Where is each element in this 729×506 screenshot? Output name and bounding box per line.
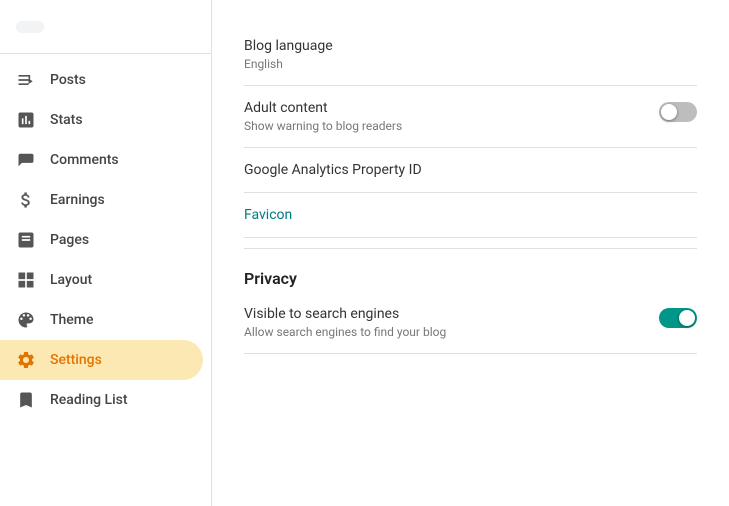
posts-label: Posts	[50, 72, 86, 88]
sidebar: Posts Stats Comments Earnings Pages Layo…	[0, 0, 212, 506]
sidebar-top	[0, 10, 211, 54]
setting-blog-language: Blog language English	[244, 24, 697, 86]
layout-icon	[16, 270, 36, 290]
visible-search-engines-toggle-knob	[679, 310, 695, 326]
blog-language-label: Blog language	[244, 38, 333, 54]
adult-content-toggle-knob	[661, 104, 677, 120]
earnings-label: Earnings	[50, 192, 105, 208]
sidebar-item-stats[interactable]: Stats	[0, 100, 203, 140]
stats-label: Stats	[50, 112, 83, 128]
favicon-link[interactable]: Favicon	[244, 207, 697, 223]
adult-content-sublabel: Show warning to blog readers	[244, 119, 402, 133]
blog-language-value: English	[244, 57, 333, 71]
privacy-section-title: Privacy	[244, 269, 697, 288]
adult-content-toggle[interactable]	[659, 102, 697, 122]
setting-visible-search-engines-info: Visible to search engines Allow search e…	[244, 306, 446, 339]
pages-icon	[16, 230, 36, 250]
posts-icon	[16, 70, 36, 90]
sidebar-item-pages[interactable]: Pages	[0, 220, 203, 260]
theme-label: Theme	[50, 312, 94, 328]
sidebar-item-comments[interactable]: Comments	[0, 140, 203, 180]
earnings-icon	[16, 190, 36, 210]
setting-adult-content: Adult content Show warning to blog reade…	[244, 86, 697, 148]
sidebar-item-theme[interactable]: Theme	[0, 300, 203, 340]
setting-adult-content-info: Adult content Show warning to blog reade…	[244, 100, 402, 133]
setting-google-analytics-info: Google Analytics Property ID	[244, 162, 422, 178]
reading-list-label: Reading List	[50, 392, 128, 408]
google-analytics-label: Google Analytics Property ID	[244, 162, 422, 178]
setting-favicon: Favicon	[244, 193, 697, 238]
stats-icon	[16, 110, 36, 130]
blog-selector[interactable]	[16, 21, 44, 33]
sidebar-item-layout[interactable]: Layout	[0, 260, 203, 300]
visible-search-engines-toggle[interactable]	[659, 308, 697, 328]
reading-list-icon	[16, 390, 36, 410]
sidebar-item-earnings[interactable]: Earnings	[0, 180, 203, 220]
comments-icon	[16, 150, 36, 170]
visible-search-engines-label: Visible to search engines	[244, 306, 446, 322]
visible-search-engines-sublabel: Allow search engines to find your blog	[244, 325, 446, 339]
settings-label: Settings	[50, 352, 102, 368]
settings-icon	[16, 350, 36, 370]
setting-visible-search-engines: Visible to search engines Allow search e…	[244, 292, 697, 354]
pages-label: Pages	[50, 232, 89, 248]
setting-blog-language-info: Blog language English	[244, 38, 333, 71]
main-content: Blog language English Adult content Show…	[212, 0, 729, 506]
layout-label: Layout	[50, 272, 92, 288]
sidebar-item-posts[interactable]: Posts	[0, 60, 203, 100]
setting-google-analytics: Google Analytics Property ID	[244, 148, 697, 193]
comments-label: Comments	[50, 152, 119, 168]
sidebar-item-settings[interactable]: Settings	[0, 340, 203, 380]
sidebar-item-reading-list[interactable]: Reading List	[0, 380, 203, 420]
adult-content-label: Adult content	[244, 100, 402, 116]
theme-icon	[16, 310, 36, 330]
section-divider	[244, 248, 697, 249]
